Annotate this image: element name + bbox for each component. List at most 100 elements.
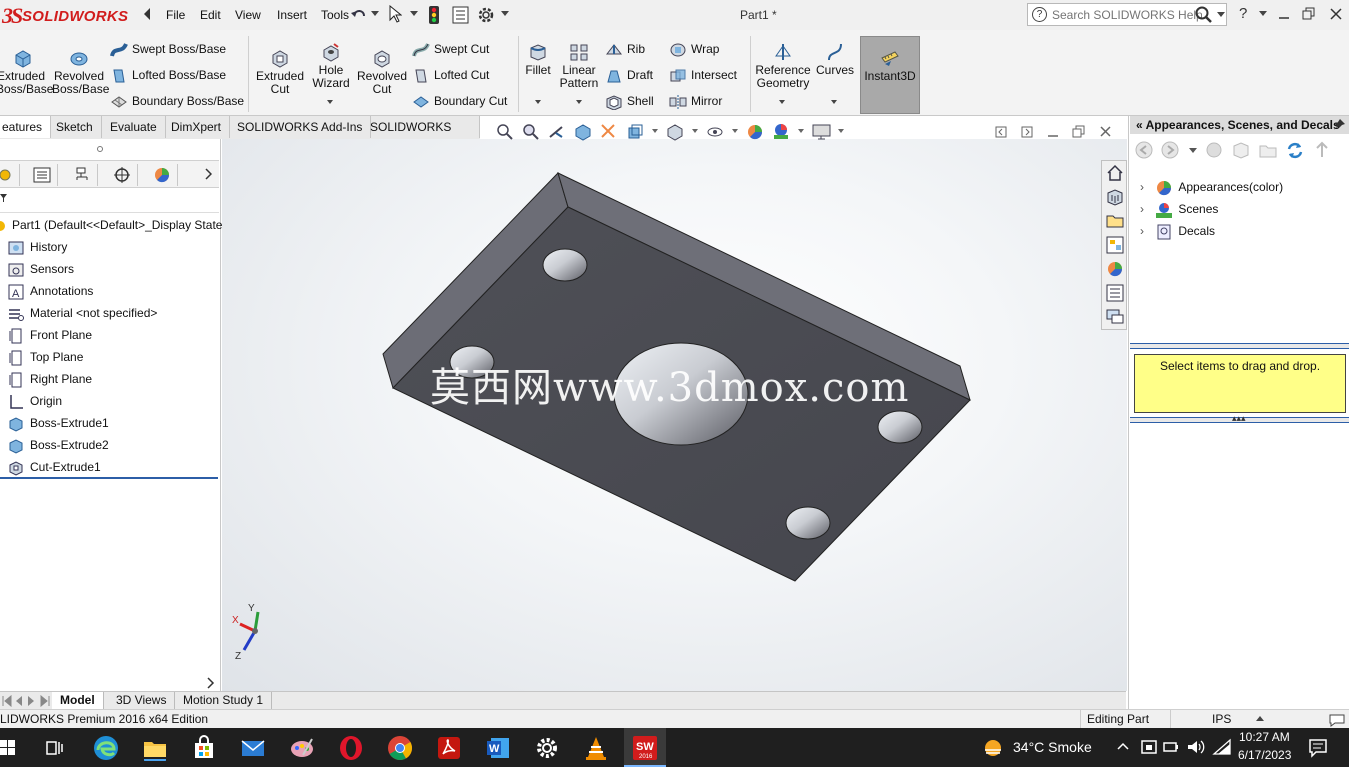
- network-tray-icon[interactable]: [1140, 738, 1160, 756]
- up-arrow-icon[interactable]: [1313, 141, 1331, 159]
- chevron-down-icon[interactable]: [732, 129, 738, 134]
- tree-item-boss-extrude1[interactable]: Boss-Extrude1: [8, 413, 109, 433]
- scenes-folder[interactable]: › Scenes: [1140, 199, 1218, 219]
- restore-icon[interactable]: [1302, 7, 1316, 21]
- chevron-down-icon[interactable]: [501, 11, 509, 17]
- menu-tools[interactable]: Tools: [321, 8, 349, 22]
- undo-icon[interactable]: [350, 7, 368, 23]
- design-library-icon[interactable]: [1105, 187, 1125, 207]
- new-folder-icon[interactable]: [1258, 141, 1278, 159]
- opera-icon[interactable]: [338, 735, 364, 761]
- chevron-down-icon[interactable]: [652, 129, 658, 134]
- tree-item-history[interactable]: History: [8, 237, 67, 257]
- extruded-boss-button[interactable]: Extruded Boss/Base: [0, 48, 53, 96]
- rebuild-traffic-light-icon[interactable]: [428, 5, 440, 25]
- custom-properties-icon[interactable]: [1105, 283, 1125, 303]
- mail-icon[interactable]: [240, 735, 266, 761]
- edge-browser-icon[interactable]: [93, 735, 119, 761]
- chevron-right-icon[interactable]: [204, 168, 212, 180]
- tab-sketch[interactable]: Sketch: [48, 116, 102, 138]
- forum-icon[interactable]: [1105, 307, 1125, 327]
- settings-gear-icon[interactable]: [534, 735, 560, 761]
- pin-icon[interactable]: [1333, 118, 1346, 132]
- quick-tips-icon[interactable]: [1328, 712, 1346, 727]
- chevron-down-icon[interactable]: [692, 129, 698, 134]
- chevron-down-icon[interactable]: [831, 100, 837, 105]
- reference-geometry-button[interactable]: Reference Geometry: [754, 42, 812, 90]
- store-icon[interactable]: [191, 735, 217, 761]
- weather-text[interactable]: 34°C Smoke: [1013, 739, 1092, 755]
- expand-arrow-icon[interactable]: ›: [1140, 177, 1152, 197]
- home-icon[interactable]: [1105, 163, 1125, 183]
- extruded-cut-button[interactable]: Extruded Cut: [254, 48, 306, 96]
- chevron-down-icon[interactable]: [838, 129, 844, 134]
- tree-item-sensors[interactable]: Sensors: [8, 259, 74, 279]
- tree-item-front-plane[interactable]: Front Plane: [8, 325, 92, 345]
- chrome-icon[interactable]: [387, 735, 413, 761]
- swept-boss-button[interactable]: Swept Boss/Base: [110, 40, 226, 58]
- add-to-library-icon[interactable]: [1204, 141, 1224, 159]
- options-gear-icon[interactable]: [477, 6, 495, 24]
- revolved-boss-button[interactable]: Revolved Boss/Base: [52, 48, 109, 96]
- menu-file[interactable]: File: [166, 8, 185, 22]
- panel-grip-icon[interactable]: [96, 145, 104, 153]
- status-units[interactable]: IPS: [1212, 712, 1231, 726]
- tab-motion-study[interactable]: Motion Study 1: [175, 692, 273, 709]
- help-button[interactable]: ?: [1239, 5, 1247, 22]
- clock-date[interactable]: 6/17/2023: [1238, 748, 1291, 762]
- viewport-split-left-icon[interactable]: [995, 126, 1007, 138]
- mirror-button[interactable]: Mirror: [669, 92, 722, 110]
- viewport-restore-icon[interactable]: [1072, 125, 1085, 138]
- tab-model[interactable]: Model: [52, 692, 104, 709]
- tab-addins[interactable]: SOLIDWORKS Add-Ins: [229, 116, 372, 138]
- solidworks-logo[interactable]: 3S SOLIDWORKS: [0, 2, 136, 29]
- tree-item-cut-extrude1[interactable]: Cut-Extrude1: [8, 457, 101, 477]
- swept-cut-button[interactable]: Swept Cut: [412, 40, 489, 58]
- chevron-down-icon[interactable]: [1217, 12, 1225, 18]
- tree-root-part[interactable]: Part1 (Default<<Default>_Display State: [0, 215, 222, 235]
- menu-view[interactable]: View: [235, 8, 261, 22]
- viewport-close-icon[interactable]: [1099, 125, 1112, 138]
- viewport-split-right-icon[interactable]: [1021, 126, 1033, 138]
- filter-icon[interactable]: [0, 193, 8, 203]
- chevron-up-icon[interactable]: [1256, 716, 1264, 722]
- search-input[interactable]: [1052, 7, 1202, 22]
- configuration-manager-tab[interactable]: [64, 164, 98, 186]
- lofted-boss-button[interactable]: Lofted Boss/Base: [110, 66, 226, 84]
- vlc-icon[interactable]: [583, 735, 609, 761]
- expand-arrow-icon[interactable]: ›: [1140, 199, 1152, 219]
- tab-mbd[interactable]: SOLIDWORKS MBD: [362, 116, 480, 156]
- file-properties-icon[interactable]: [452, 6, 469, 24]
- back-arrow-icon[interactable]: [1135, 141, 1153, 159]
- boundary-boss-button[interactable]: Boundary Boss/Base: [110, 92, 244, 110]
- decals-folder[interactable]: › Decals: [1140, 221, 1215, 241]
- part-model-3d[interactable]: [222, 139, 1127, 691]
- menu-insert[interactable]: Insert: [277, 8, 307, 22]
- tab-scroll-arrows-icon[interactable]: [2, 695, 50, 707]
- display-manager-tab[interactable]: [144, 164, 178, 186]
- tree-item-annotations[interactable]: A Annotations: [8, 281, 93, 301]
- chevron-down-icon[interactable]: [576, 100, 582, 105]
- solidworks-taskbar-active[interactable]: SW 2016: [624, 728, 666, 767]
- file-explorer-icon[interactable]: [142, 735, 168, 761]
- forward-arrow-icon[interactable]: [1161, 141, 1179, 159]
- tab-features[interactable]: eatures: [0, 116, 52, 138]
- chevron-down-icon[interactable]: [779, 100, 785, 105]
- curves-button[interactable]: Curves: [816, 42, 854, 77]
- appearances-scenes-icon[interactable]: [1105, 259, 1125, 279]
- view-palette-icon[interactable]: [1105, 235, 1125, 255]
- search-icon[interactable]: [1195, 6, 1213, 24]
- chevron-down-icon[interactable]: [535, 100, 541, 105]
- boundary-cut-button[interactable]: Boundary Cut: [412, 92, 507, 110]
- action-center-icon[interactable]: [1308, 738, 1328, 758]
- chevron-down-icon[interactable]: [1189, 148, 1197, 154]
- search-help-box[interactable]: ?: [1027, 3, 1227, 26]
- viewport-minimize-icon[interactable]: [1047, 126, 1059, 138]
- property-manager-tab[interactable]: [24, 164, 58, 186]
- tree-item-origin[interactable]: Origin: [8, 391, 62, 411]
- tree-item-material[interactable]: Material <not specified>: [8, 303, 157, 323]
- linear-pattern-button[interactable]: Linear Pattern: [558, 42, 600, 90]
- select-cursor-icon[interactable]: [388, 5, 402, 23]
- tree-item-boss-extrude2[interactable]: Boss-Extrude2: [8, 435, 109, 455]
- dimxpert-manager-tab[interactable]: [104, 164, 138, 186]
